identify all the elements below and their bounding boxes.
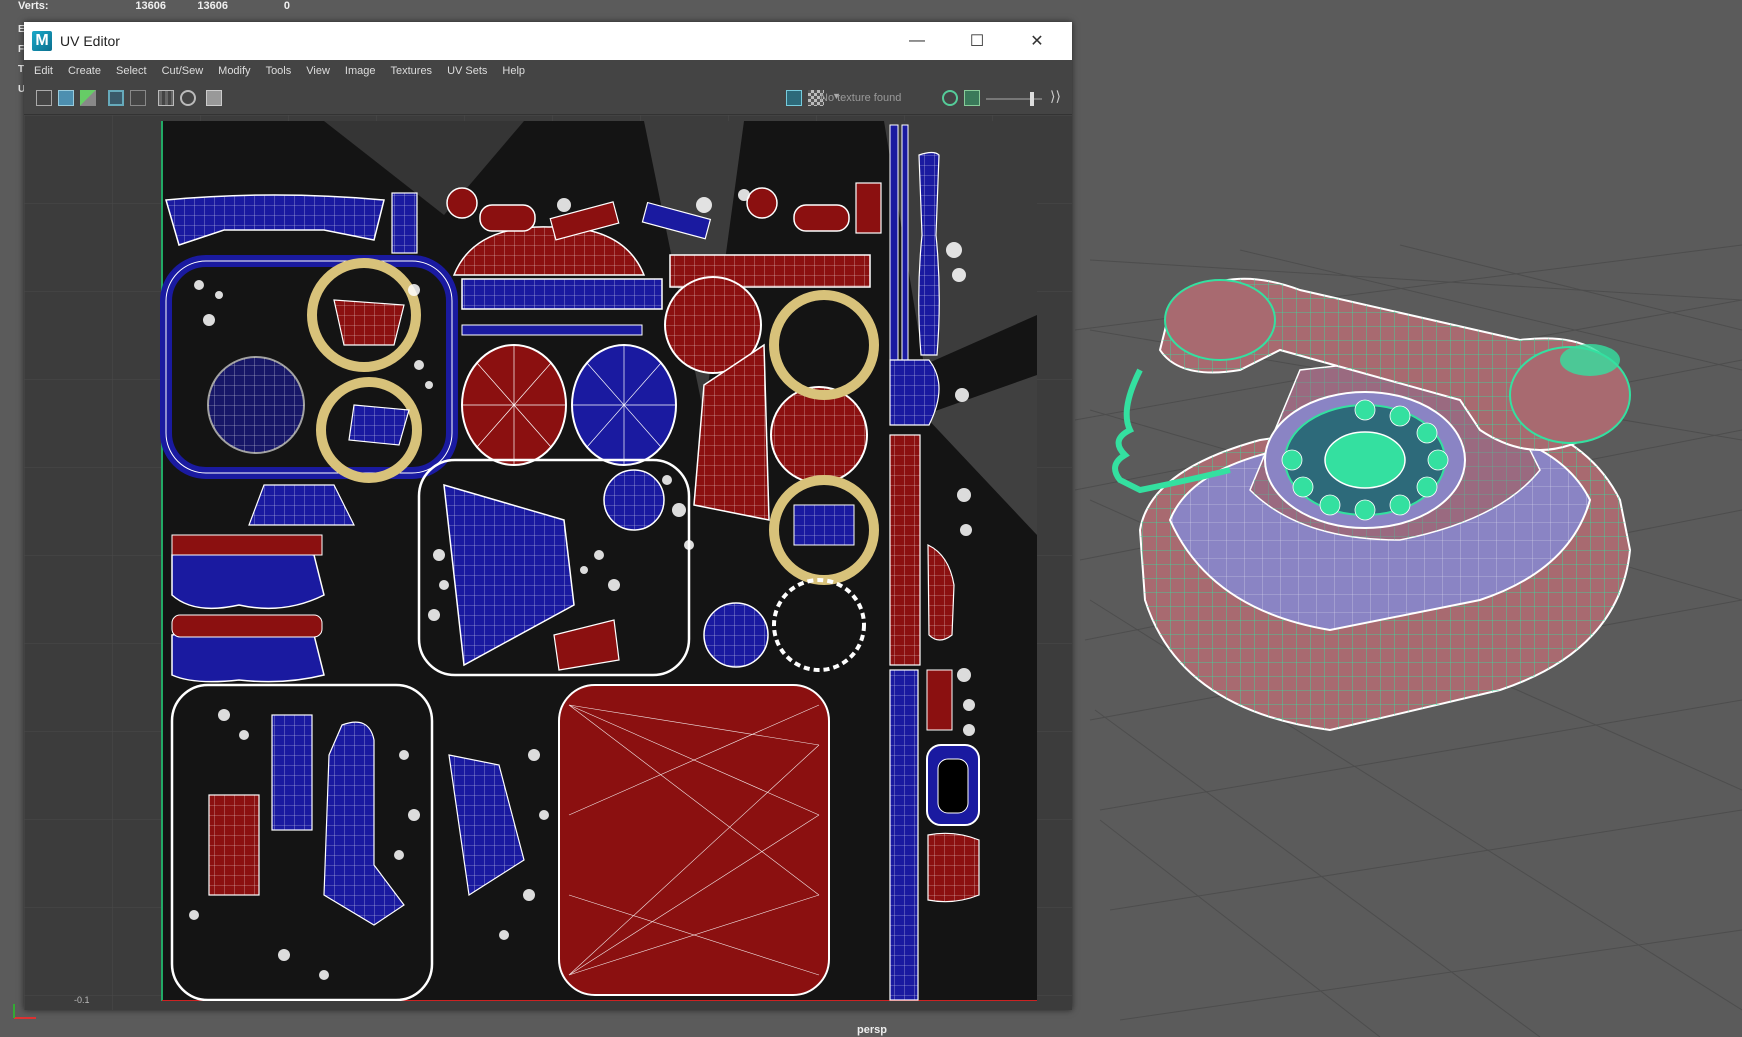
window-title: UV Editor <box>60 33 120 49</box>
dial-center <box>1324 431 1406 489</box>
hud-verts-a: 13606 <box>135 0 166 12</box>
menu-select[interactable]: Select <box>116 65 147 77</box>
pixel-snap-icon[interactable] <box>180 90 196 106</box>
menu-cut-sew[interactable]: Cut/Sew <box>162 65 204 77</box>
uv-coordinate-label: -0.1 <box>74 995 90 1005</box>
telephone-model[interactable] <box>1100 270 1700 750</box>
maximize-button[interactable]: ☐ <box>948 22 1006 60</box>
image-display-icon[interactable] <box>786 90 802 106</box>
uv-toolbar: ▼ No texture found ⟩⟩ <box>24 82 1072 115</box>
distortion-icon[interactable] <box>130 90 146 106</box>
menu-modify[interactable]: Modify <box>218 65 250 77</box>
toolbar-overflow-icon[interactable]: ⟩⟩ <box>1050 88 1061 105</box>
menu-bar: Edit Create Select Cut/Sew Modify Tools … <box>24 60 1072 82</box>
gamma-icon[interactable] <box>964 90 980 106</box>
menu-view[interactable]: View <box>306 65 330 77</box>
menu-help[interactable]: Help <box>502 65 525 77</box>
menu-textures[interactable]: Textures <box>390 65 432 77</box>
shaded-uv-icon[interactable] <box>108 90 124 106</box>
camera-label: persp <box>857 1024 887 1036</box>
exposure-icon[interactable] <box>942 90 958 106</box>
exposure-slider-knob[interactable] <box>1030 92 1034 106</box>
menu-image[interactable]: Image <box>345 65 376 77</box>
uv-mode-icon[interactable] <box>58 90 74 106</box>
hud-verts-b: 13606 <box>197 0 228 12</box>
uv-editor-window[interactable]: M UV Editor — ☐ ✕ Edit Create Select Cut… <box>24 22 1072 1010</box>
menu-edit[interactable]: Edit <box>34 65 53 77</box>
uv-face-icon[interactable] <box>80 90 96 106</box>
menu-tools[interactable]: Tools <box>266 65 292 77</box>
handset-earpiece <box>1164 279 1276 361</box>
grid-icon[interactable] <box>158 90 174 106</box>
close-button[interactable]: ✕ <box>1008 22 1066 60</box>
title-bar[interactable]: M UV Editor — ☐ ✕ <box>24 22 1072 60</box>
maya-app-icon: M <box>32 31 52 51</box>
uv-layout <box>24 115 1072 1010</box>
menu-uv-sets[interactable]: UV Sets <box>447 65 487 77</box>
uv-canvas[interactable]: -0.1 <box>24 115 1072 1010</box>
minimize-button[interactable]: — <box>888 22 946 60</box>
hud-verts-label: Verts: <box>18 0 49 12</box>
hud-verts-c: 0 <box>283 0 290 12</box>
hud-stats: Verts: 13606 13606 0 <box>18 0 290 13</box>
snapshot-icon[interactable] <box>206 90 222 106</box>
uv-shell-icon[interactable] <box>36 90 52 106</box>
texture-status: No texture found <box>820 92 902 104</box>
menu-create[interactable]: Create <box>68 65 101 77</box>
phone-cord <box>1112 368 1231 494</box>
